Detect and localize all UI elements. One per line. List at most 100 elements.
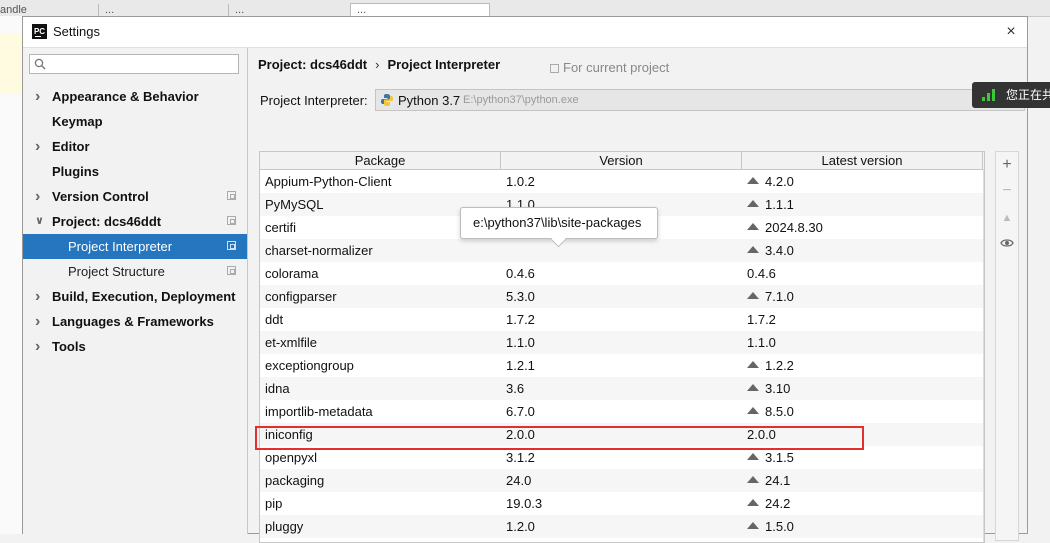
project-scope-icon — [227, 241, 236, 250]
upgrade-available-icon — [747, 200, 759, 207]
table-row[interactable]: pip 19.0.3 24.2 — [260, 492, 984, 515]
table-row[interactable]: configparser 5.3.0 7.1.0 — [260, 285, 984, 308]
package-latest-version-text: 1.7.2 — [747, 312, 776, 327]
sidebar-item[interactable]: › Version Control — [23, 184, 247, 209]
chevron-right-icon[interactable]: › — [35, 284, 45, 309]
chevron-right-icon[interactable]: › — [35, 184, 45, 209]
package-name-text: pluggy — [265, 519, 304, 534]
show-early-releases-button[interactable] — [996, 232, 1018, 254]
column-package[interactable]: Package — [260, 152, 501, 169]
table-row[interactable]: exceptiongroup 1.2.1 1.2.2 — [260, 354, 984, 377]
settings-dialog: PC Settings × › Appearance & Behavior Keym… — [22, 16, 1028, 543]
package-latest-version-text: 1.2.2 — [765, 358, 794, 373]
sidebar-item[interactable]: › Appearance & Behavior — [23, 84, 247, 109]
package-name: configparser — [265, 285, 337, 308]
package-name-text: PyMySQL — [265, 197, 324, 212]
column-latest-version[interactable]: Latest version — [742, 152, 983, 169]
upgrade-available-icon — [747, 361, 759, 368]
sidebar-item[interactable]: Keymap — [23, 109, 247, 134]
package-latest-version: 8.3.3 — [747, 538, 794, 542]
window-title: Settings — [53, 24, 100, 39]
upgrade-available-icon — [747, 522, 759, 529]
breadcrumb-project[interactable]: Project: dcs46ddt — [258, 57, 367, 72]
background-editor-gutter — [0, 16, 23, 534]
table-row[interactable]: pytest 7.4.4 8.3.3 — [260, 538, 984, 542]
table-scrollbar[interactable] — [983, 169, 984, 542]
background-tab[interactable]: andle — [0, 4, 95, 16]
package-name: certifi — [265, 216, 296, 239]
package-latest-version-text: 1.5.0 — [765, 519, 794, 534]
project-scope-icon — [550, 64, 559, 73]
sidebar-item-label: Tools — [52, 339, 86, 354]
remove-package-button[interactable]: − — [996, 180, 1018, 202]
package-name-text: pip — [265, 496, 283, 511]
package-version: 6.7.0 — [506, 400, 535, 423]
table-row[interactable]: ddt 1.7.2 1.7.2 — [260, 308, 984, 331]
sidebar-item-label: Project: dcs46ddt — [52, 214, 162, 229]
package-version-text: 3.1.2 — [506, 450, 535, 465]
background-tab[interactable]: ... — [350, 3, 490, 16]
sidebar-item[interactable]: Project Interpreter — [23, 234, 247, 259]
sidebar-item[interactable]: › Editor — [23, 134, 247, 159]
table-row[interactable]: pluggy 1.2.0 1.5.0 — [260, 515, 984, 538]
background-editor-tabs: andle ... ... ... — [0, 0, 1050, 17]
package-name: Appium-Python-Client — [265, 170, 391, 193]
project-scope-icon — [227, 216, 236, 225]
sidebar-item[interactable]: › Languages & Frameworks — [23, 309, 247, 334]
package-latest-version: 1.2.2 — [747, 354, 794, 377]
eye-icon — [1000, 239, 1014, 247]
sidebar-item[interactable]: › Tools — [23, 334, 247, 359]
package-name-text: idna — [265, 381, 290, 396]
sidebar-item[interactable]: Project Structure — [23, 259, 247, 284]
sidebar-item-label: Editor — [52, 139, 90, 154]
table-row[interactable]: packaging 24.0 24.1 — [260, 469, 984, 492]
interpreter-path: E:\python37\python.exe — [463, 94, 579, 106]
breadcrumb-page: Project Interpreter — [387, 57, 501, 72]
interpreter-select[interactable]: Python 3.7 E:\python37\python.exe — [375, 89, 1025, 111]
interpreter-label: Project Interpreter: — [260, 93, 368, 108]
package-name-text: colorama — [265, 266, 319, 281]
table-row[interactable]: idna 3.6 3.10 — [260, 377, 984, 400]
chevron-down-icon[interactable]: ∨ — [35, 209, 45, 234]
package-name: pluggy — [265, 515, 303, 538]
chevron-right-icon[interactable]: › — [35, 309, 45, 334]
sidebar-item[interactable]: ∨ Project: dcs46ddt — [23, 209, 247, 234]
background-tab[interactable]: ... — [98, 4, 227, 16]
package-version: 7.4.4 — [506, 538, 535, 542]
chevron-right-icon[interactable]: › — [35, 334, 45, 359]
table-row[interactable]: colorama 0.4.6 0.4.6 — [260, 262, 984, 285]
sidebar-item[interactable]: Plugins — [23, 159, 247, 184]
package-version: 1.7.2 — [506, 308, 535, 331]
package-version: 1.1.0 — [506, 331, 535, 354]
upgrade-package-button[interactable]: ▲ — [996, 207, 1018, 229]
package-latest-version: 1.1.1 — [747, 193, 794, 216]
package-version-text: 1.2.0 — [506, 519, 535, 534]
settings-search[interactable] — [29, 54, 239, 74]
background-tab[interactable]: ... — [228, 4, 353, 16]
package-latest-version-text: 7.1.0 — [765, 289, 794, 304]
column-version[interactable]: Version — [501, 152, 742, 169]
package-toolbar: + − ▲ — [995, 151, 1019, 541]
package-latest-version-text: 8.5.0 — [765, 404, 794, 419]
title-bar: PC Settings × — [23, 17, 1027, 48]
add-package-button[interactable]: + — [996, 154, 1018, 176]
chevron-right-icon[interactable]: › — [35, 84, 45, 109]
toast-text: 您正在共 — [1006, 88, 1050, 102]
chevron-right-icon[interactable]: › — [35, 134, 45, 159]
search-input[interactable] — [54, 56, 238, 74]
table-row[interactable]: et-xmlfile 1.1.0 1.1.0 — [260, 331, 984, 354]
table-row[interactable]: charset-normalizer 3.4.0 — [260, 239, 984, 262]
breadcrumb: Project: dcs46ddt › Project Interpreter — [258, 57, 500, 72]
package-latest-version: 3.10 — [747, 377, 790, 400]
main-panel: Project: dcs46ddt › Project Interpreter Fo… — [248, 48, 1027, 543]
table-row[interactable]: importlib-metadata 6.7.0 8.5.0 — [260, 400, 984, 423]
package-latest-version-text: 24.1 — [765, 473, 791, 488]
signal-bars-icon — [982, 89, 995, 101]
project-scope-icon — [227, 191, 236, 200]
settings-sidebar: › Appearance & Behavior Keymap › Editor Plugi… — [23, 48, 248, 534]
table-row[interactable]: Appium-Python-Client 1.0.2 4.2.0 — [260, 170, 984, 193]
close-button[interactable]: × — [999, 20, 1023, 44]
sidebar-item[interactable]: › Build, Execution, Deployment — [23, 284, 247, 309]
screen-share-toast[interactable]: 您正在共 — [972, 82, 1050, 108]
sidebar-item-label: Project Structure — [68, 264, 165, 279]
